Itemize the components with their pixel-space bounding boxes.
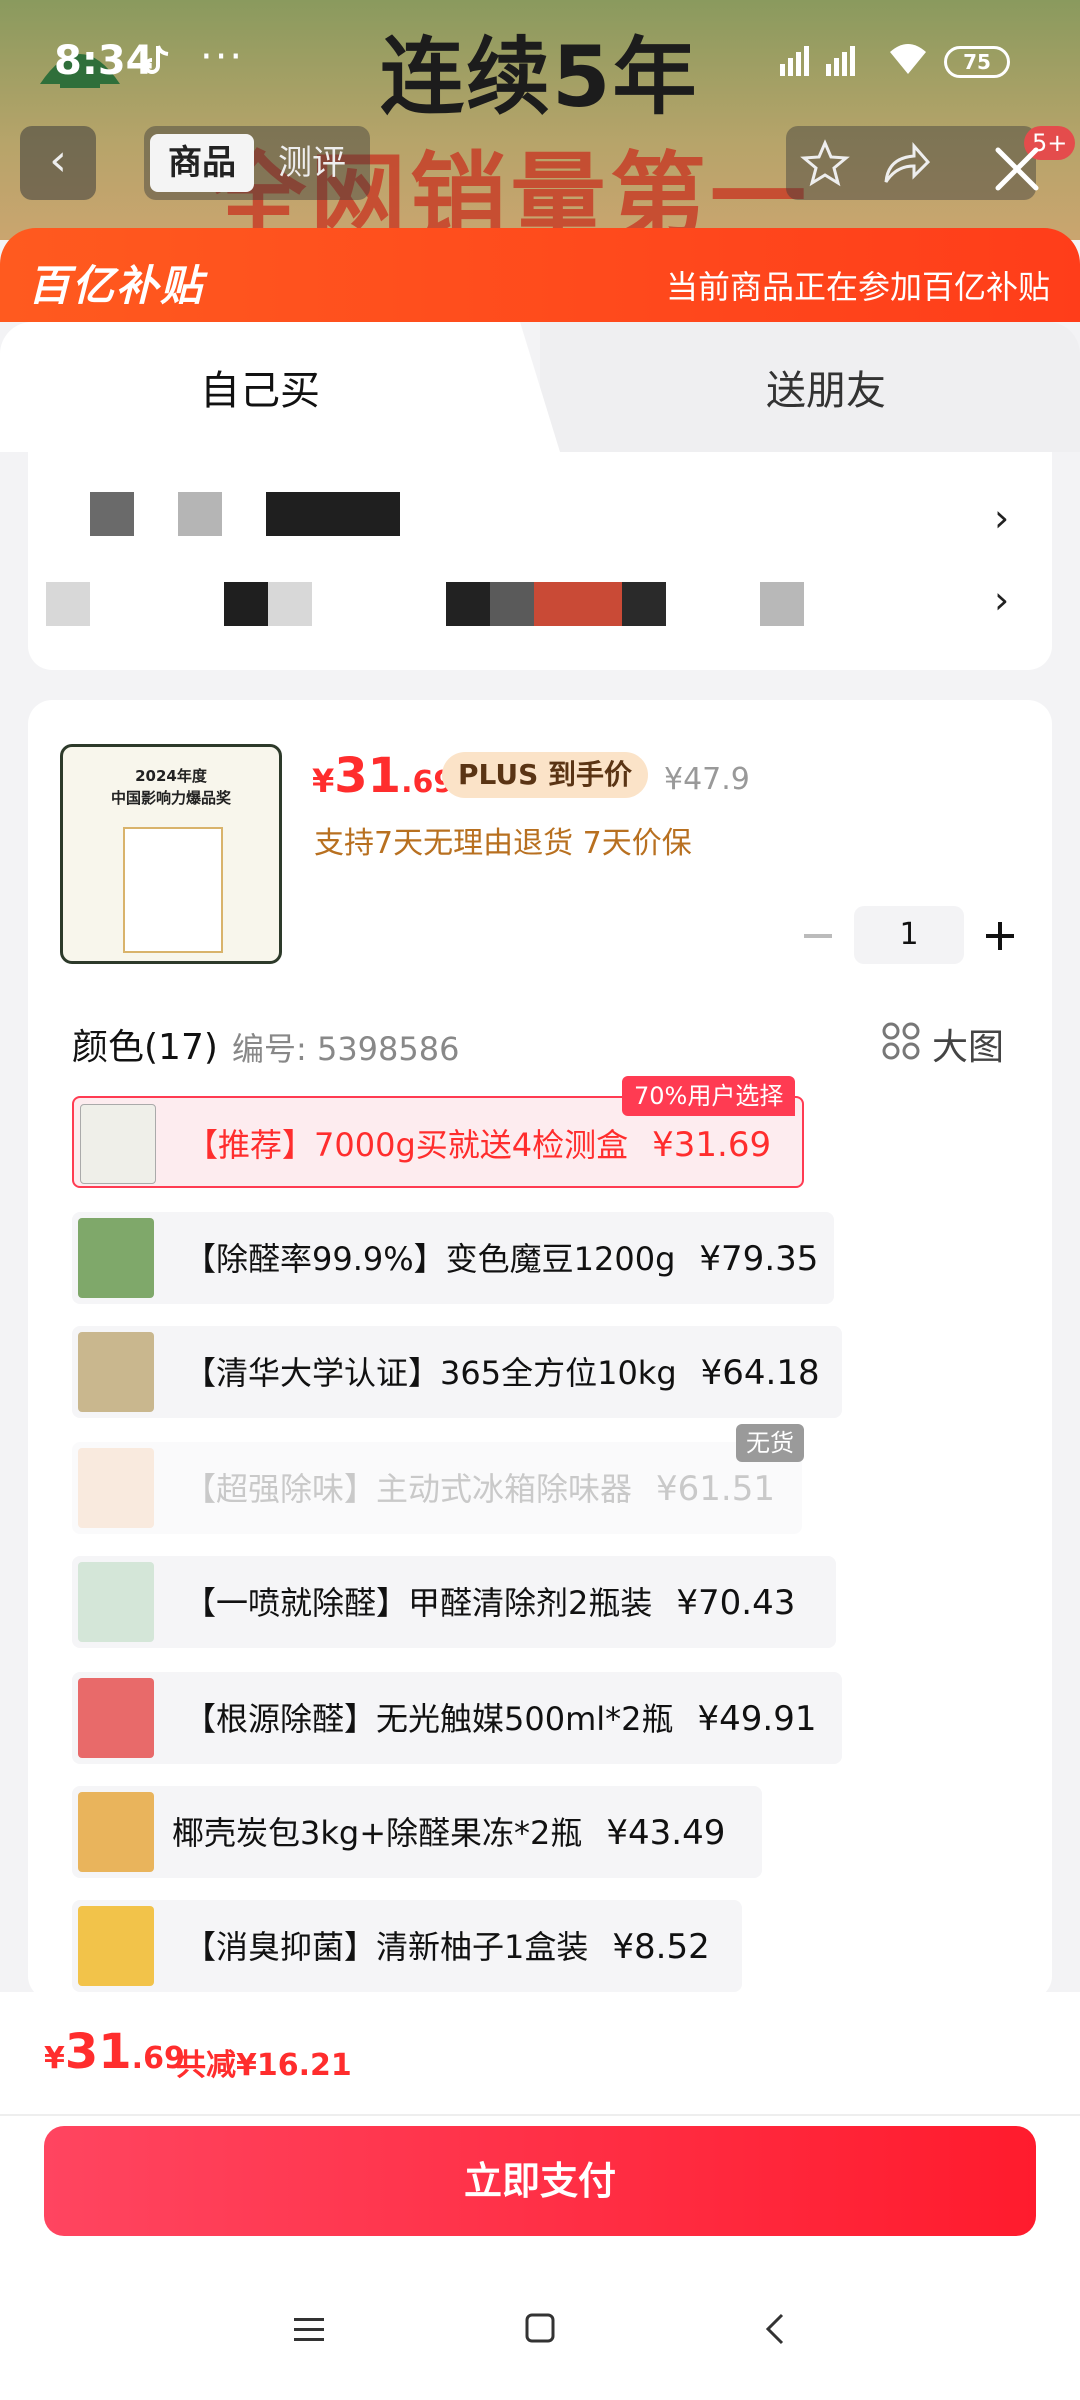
- chevron-right-icon: ›: [994, 578, 1010, 622]
- variant-thumbnail: [78, 1678, 154, 1758]
- variant-thumbnail: [78, 1332, 154, 1412]
- service-guarantee: 支持7天无理由退货 7天价保: [314, 826, 692, 861]
- redacted-block: [534, 582, 622, 626]
- divider: [0, 2114, 1080, 2116]
- product-thumbnail[interactable]: 2024年度 中国影响力爆品奖: [60, 744, 282, 964]
- back-nav-icon[interactable]: [762, 2312, 788, 2346]
- redacted-block: [224, 582, 268, 626]
- variant-option[interactable]: 【一喷就除醛】甲醛清除剂2瓶装 ¥70.43: [72, 1556, 836, 1648]
- variant-thumbnail: [78, 1906, 154, 1986]
- variant-thumbnail: [80, 1104, 156, 1184]
- clock: 8:34: [54, 38, 154, 84]
- variant-thumbnail: [78, 1218, 154, 1298]
- thumbnail-caption: 中国影响力爆品奖: [110, 789, 231, 807]
- out-of-stock-tag: 无货: [736, 1424, 804, 1462]
- wifi-icon: [890, 44, 926, 74]
- popular-choice-tag: 70%用户选择: [622, 1076, 796, 1116]
- variant-label: 【一喷就除醛】甲醛清除剂2瓶装 ¥70.43: [184, 1583, 796, 1623]
- redacted-block: [760, 582, 804, 626]
- big-view-toggle[interactable]: 大图: [932, 1018, 1004, 1070]
- tab-goods[interactable]: 商品: [150, 134, 254, 192]
- total-discount: 共减¥16.21: [176, 2048, 352, 2083]
- variant-label: 【推荐】7000g买就送4检测盒 ¥31.69: [186, 1125, 772, 1165]
- variant-label: 椰壳炭包3kg+除醛果冻*2瓶 ¥43.49: [172, 1813, 726, 1853]
- variant-option[interactable]: 【清华大学认证】365全方位10kg ¥64.18: [72, 1326, 842, 1418]
- favorite-star-icon[interactable]: [800, 138, 850, 188]
- variant-option[interactable]: 【消臭抑菌】清新柚子1盒装 ¥8.52: [72, 1900, 742, 1992]
- variant-option[interactable]: 【根源除醛】无光触媒500ml*2瓶 ¥49.91: [72, 1672, 842, 1764]
- variant-label: 【根源除醛】无光触媒500ml*2瓶 ¥49.91: [184, 1699, 817, 1739]
- total-price: ¥31.69: [44, 2024, 185, 2080]
- thumbnail-caption: 2024年度: [135, 767, 207, 785]
- address-card[interactable]: › ›: [28, 452, 1052, 670]
- redacted-block: [268, 582, 312, 626]
- plus-price-tag: PLUS 到手价: [442, 752, 649, 798]
- quantity-increase-button[interactable]: [982, 916, 1018, 956]
- variant-option[interactable]: 【除醛率99.9%】变色魔豆1200g ¥79.35: [72, 1212, 834, 1304]
- tab-gift-friend-label: 送朋友: [766, 368, 886, 414]
- subsidy-logo: 百亿补贴: [28, 261, 205, 310]
- redacted-block: [46, 582, 90, 626]
- redacted-block: [446, 582, 490, 626]
- tab-review[interactable]: 测评: [278, 134, 346, 192]
- quantity-decrease-button[interactable]: [800, 916, 836, 956]
- original-price: ¥47.9: [664, 762, 750, 797]
- certificate-image: [123, 827, 223, 953]
- variant-label: 【消臭抑菌】清新柚子1盒装 ¥8.52: [184, 1927, 710, 1967]
- currency-symbol: ¥: [312, 762, 335, 800]
- price-integer: 31: [334, 748, 402, 804]
- redacted-block: [490, 582, 534, 626]
- redacted-block: [90, 492, 134, 536]
- variant-option[interactable]: 椰壳炭包3kg+除醛果冻*2瓶 ¥43.49: [72, 1786, 762, 1878]
- home-icon[interactable]: [524, 2312, 556, 2344]
- tiktok-icon: [144, 45, 169, 74]
- variant-label: 【清华大学认证】365全方位10kg ¥64.18: [184, 1353, 820, 1393]
- redacted-block: [178, 492, 222, 536]
- product-price: ¥31.69: [312, 748, 454, 804]
- variant-thumbnail: [78, 1448, 154, 1528]
- status-bar: 8:34 ··· 75: [0, 30, 1080, 90]
- variant-section-title: 颜色(17): [72, 1027, 218, 1068]
- subsidy-text: 当前商品正在参加百亿补贴: [665, 268, 1050, 306]
- redacted-block: [622, 582, 666, 626]
- share-icon[interactable]: [880, 138, 932, 188]
- back-button[interactable]: ‹: [20, 126, 96, 200]
- pay-now-button[interactable]: 立即支付: [44, 2126, 1036, 2236]
- variant-thumbnail: [78, 1562, 154, 1642]
- grid-view-icon[interactable]: [882, 1022, 920, 1060]
- product-code: 编号: 5398586: [232, 1030, 460, 1068]
- redacted-block: [266, 492, 400, 536]
- battery-indicator: 75: [944, 46, 1010, 78]
- currency-symbol: ¥: [44, 2041, 65, 2076]
- top-navigation: ‹ 商品 测评: [0, 126, 1080, 202]
- menu-icon[interactable]: [292, 2316, 326, 2344]
- tab-buy-self-label: 自己买: [200, 368, 320, 414]
- close-icon[interactable]: [990, 142, 1044, 196]
- variant-label: 【除醛率99.9%】变色魔豆1200g ¥79.35: [184, 1239, 819, 1279]
- price-integer: 31: [64, 2024, 132, 2080]
- purchase-mode-tabs: 自己买 送朋友: [0, 322, 1080, 452]
- variant-label: 【超强除味】主动式冰箱除味器 ¥61.51: [184, 1469, 775, 1509]
- chevron-right-icon: ›: [994, 496, 1010, 540]
- variant-option[interactable]: 【超强除味】主动式冰箱除味器 ¥61.51: [72, 1442, 802, 1534]
- more-notifications-icon: ···: [200, 34, 245, 80]
- quantity-field[interactable]: 1: [854, 906, 964, 964]
- variant-thumbnail: [78, 1792, 154, 1872]
